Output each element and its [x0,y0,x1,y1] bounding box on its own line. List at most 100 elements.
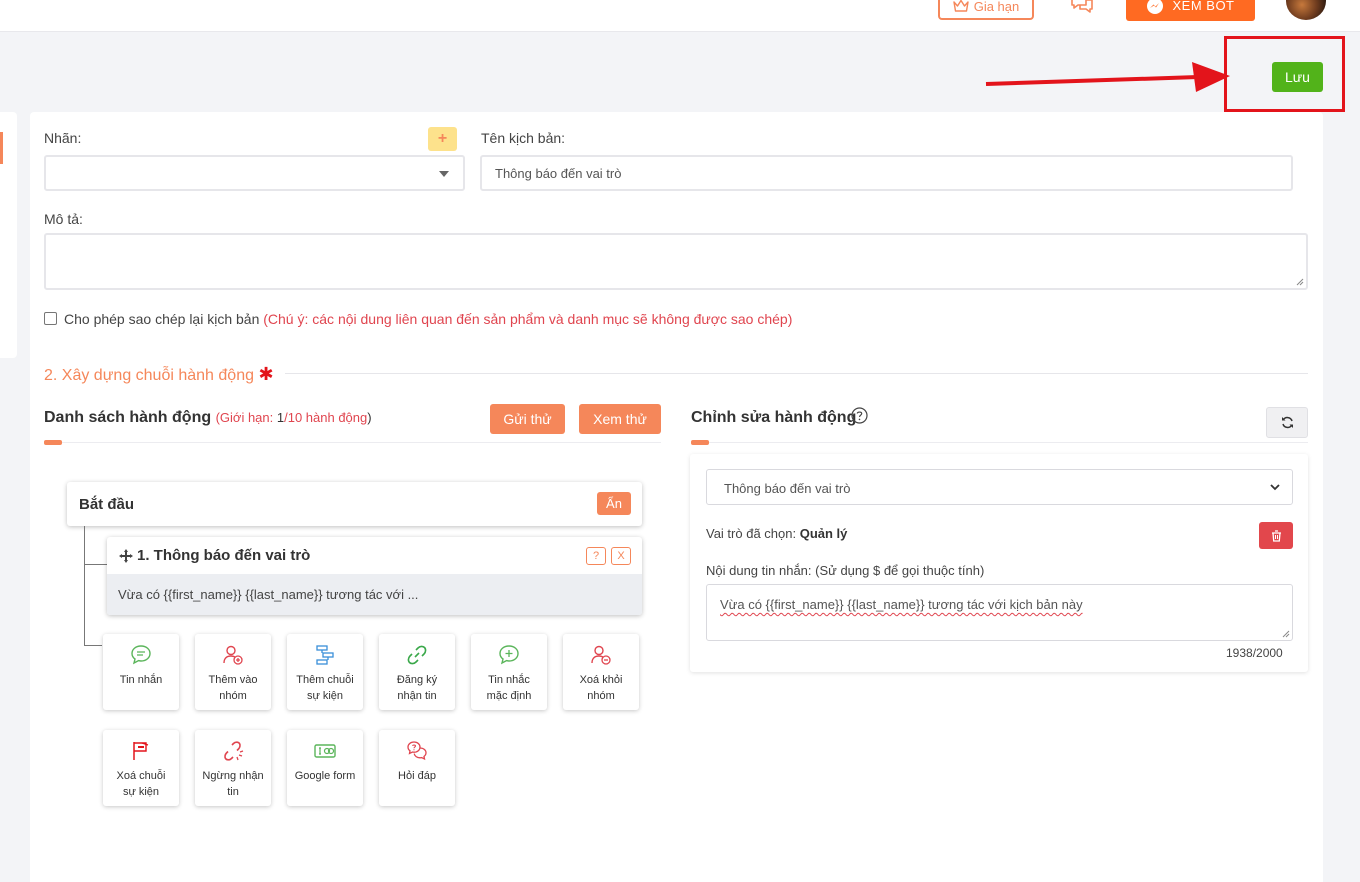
top-bar: Gia hạn XEM BOT [0,0,1360,32]
tile-label-line2: sự kiện [306,690,344,702]
editor-title: Chỉnh sửa hành động [691,409,857,426]
tile-label-line2: nhóm [219,690,247,702]
action-node-body: Vừa có {{first_name}} {{last_name}} tươn… [107,574,642,615]
trash-icon [1271,529,1281,542]
action-node-preview: Vừa có {{first_name}} {{last_name}} tươn… [118,587,419,602]
tree-line [84,645,102,646]
editor-underline [691,440,1308,445]
action-help-button[interactable]: ? [586,547,606,565]
tile-remove-sequence[interactable]: Xoá chuỗi sự kiện [103,730,179,806]
chat-plus-icon [499,645,519,665]
limit-prefix: Giới hạn: [219,410,277,425]
section-title-text: 2. Xây dựng chuỗi hành động [44,367,254,384]
section-divider [285,373,1308,374]
chevron-down-icon [1270,484,1280,491]
chat-icon[interactable] [1070,0,1094,14]
tile-label-line2: tin [227,786,239,798]
action-limit: (Giới hạn: 1/10 hành động) [216,410,372,425]
action-type-select[interactable]: Thông báo đến vai trò [706,469,1293,505]
tile-remove-from-group[interactable]: Xoá khỏi nhóm [563,634,639,710]
view-bot-button[interactable]: XEM BOT [1126,0,1255,21]
selected-role: Vai trò đã chọn: Quản lý [706,526,847,541]
script-name-value: Thông báo đến vai trò [495,166,622,181]
tile-message[interactable]: Tin nhắn [103,634,179,710]
tile-label-line1: Tin nhắc [488,674,530,686]
left-panel-edge [0,112,17,358]
script-name-input[interactable]: Thông báo đến vai trò [480,155,1293,191]
selected-role-prefix: Vai trò đã chọn: [706,526,800,541]
tile-label-line2: mặc định [486,690,532,702]
tile-label-line1: Hỏi đáp [398,770,436,782]
user-remove-icon [591,645,611,665]
label-field-label: Nhãn: [44,130,82,146]
tile-google-form[interactable]: Google form [287,730,363,806]
refresh-button[interactable] [1266,407,1308,438]
avatar[interactable] [1286,0,1326,20]
message-textarea[interactable]: Vừa có {{first_name}} {{last_name}} tươn… [706,584,1293,641]
allow-copy-text: Cho phép sao chép lại kịch bản (Chú ý: c… [64,311,792,327]
help-circle-icon[interactable] [851,407,868,424]
resize-handle-icon[interactable] [1282,630,1290,638]
delete-role-button[interactable] [1259,522,1293,549]
tile-subscribe[interactable]: Đăng ký nhận tin [379,634,455,710]
speech-bubble-icon [131,645,151,665]
messenger-icon [1147,0,1164,14]
tile-label-line2: nhóm [587,690,615,702]
selected-role-value: Quản lý [799,526,848,541]
tile-add-sequence[interactable]: Thêm chuỗi sự kiện [287,634,363,710]
tile-label-line2: sự kiện [122,786,160,798]
tile-default-reminder[interactable]: Tin nhắc mặc định [471,634,547,710]
tile-label-line1: Thêm chuỗi [296,674,354,686]
user-add-icon [223,645,243,665]
tile-label-line1: Google form [294,770,356,782]
unlink-icon [224,741,244,761]
tile-label-line1: Đăng ký [396,674,438,686]
action-remove-button[interactable]: X [611,547,631,565]
tree-line [84,526,85,645]
tile-label-line1: Xoá khỏi [579,674,623,686]
resize-handle-icon[interactable] [1296,278,1304,286]
message-value: Vừa có {{first_name}} {{last_name}} tươn… [720,597,1083,612]
required-star-icon: ✱ [258,364,274,384]
add-label-button[interactable]: + [428,127,457,151]
action-node-title: 1. Thông báo đến vai trò [137,547,311,564]
form-icon [314,744,336,758]
crown-icon [953,0,969,12]
allow-copy-checkbox[interactable] [44,312,57,325]
save-button[interactable]: Lưu [1272,62,1323,92]
plus-icon: + [437,130,448,147]
character-counter: 1938/2000 [1226,646,1283,660]
script-name-label: Tên kịch bản: [481,130,566,146]
link-icon [407,645,427,665]
tile-add-to-group[interactable]: Thêm vào nhóm [195,634,271,710]
tile-label-line1: Xoá chuỗi [116,770,166,782]
renew-label: Gia hạn [973,0,1020,14]
message-label: Nội dung tin nhắn: (Sử dụng $ để gọi thu… [706,563,985,578]
allow-copy-note: (Chú ý: các nội dung liên quan đến sản p… [263,311,793,327]
tile-label-line1: Thêm vào [208,674,258,686]
action-node-header: 1. Thông báo đến vai trò [119,547,310,564]
question-chat-icon [407,741,427,761]
description-textarea[interactable] [44,233,1308,290]
renew-button[interactable]: Gia hạn [938,0,1034,20]
send-test-button[interactable]: Gửi thử [490,404,565,434]
tree-line [84,564,107,565]
sequence-icon [316,645,334,665]
label-select[interactable] [44,155,465,191]
preview-button[interactable]: Xem thử [579,404,661,434]
section-title: 2. Xây dựng chuỗi hành động ✱ [44,364,274,385]
tile-label-line1: Ngừng nhận [202,770,264,782]
action-list-title-text: Danh sách hành động [44,409,212,426]
limit-close: ) [367,410,372,425]
refresh-icon [1281,416,1293,429]
hide-button[interactable]: Ẩn [597,492,631,515]
start-node: Bắt đầu Ẩn [67,482,642,526]
move-icon[interactable] [119,548,133,563]
action-type-value: Thông báo đến vai trò [724,481,851,496]
action-list-title: Danh sách hành động (Giới hạn: 1/10 hành… [44,409,372,427]
action-node[interactable]: 1. Thông báo đến vai trò ? X Vừa có {{fi… [107,537,642,615]
action-list-underline [44,440,661,445]
tile-unsubscribe[interactable]: Ngừng nhận tin [195,730,271,806]
caret-down-icon [439,171,449,177]
tile-faq[interactable]: Hỏi đáp [379,730,455,806]
